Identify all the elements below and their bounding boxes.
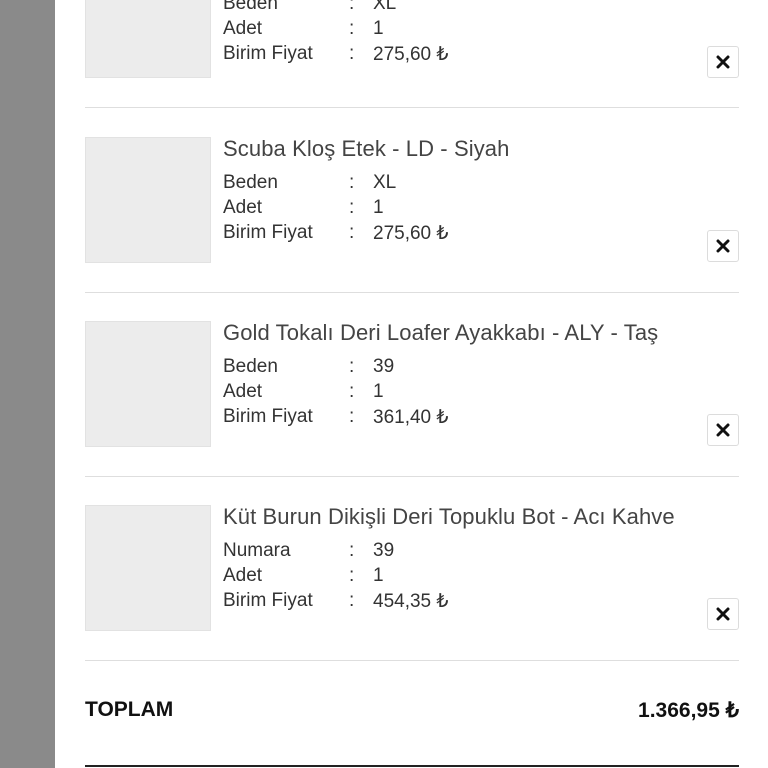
detail-value: 1 <box>373 197 384 218</box>
close-icon <box>716 239 730 253</box>
summary-bottom-divider <box>85 765 739 767</box>
detail-value: 1 <box>373 381 384 402</box>
detail-separator: : <box>349 222 355 243</box>
total-value: 1.366,95 ₺ <box>638 699 739 722</box>
close-icon <box>716 607 730 621</box>
detail-label: Beden <box>223 0 278 14</box>
item-divider <box>85 660 739 661</box>
item-divider <box>85 476 739 477</box>
detail-separator: : <box>349 197 355 218</box>
detail-separator: : <box>349 18 355 39</box>
detail-value: 275,60 ₺ <box>373 223 449 244</box>
remove-item-button[interactable] <box>707 598 739 630</box>
detail-value: 39 <box>373 540 395 561</box>
product-image[interactable] <box>85 0 211 78</box>
product-title[interactable]: Scuba Kloş Etek - LD - Siyah <box>223 136 509 162</box>
cart-item: Gold Tokalı Deri Loafer Ayakkabı - ALY -… <box>85 320 739 447</box>
detail-separator: : <box>349 406 355 427</box>
detail-label: Birim Fiyat <box>223 590 313 611</box>
detail-label: Adet <box>223 197 263 218</box>
product-image[interactable] <box>85 321 211 447</box>
product-title[interactable]: Küt Burun Dikişli Deri Topuklu Bot - Acı… <box>223 504 675 530</box>
detail-value: 454,35 ₺ <box>373 591 449 612</box>
detail-label: Birim Fiyat <box>223 222 313 243</box>
close-icon <box>716 423 730 437</box>
detail-separator: : <box>349 43 355 64</box>
detail-label: Birim Fiyat <box>223 43 313 64</box>
product-image[interactable] <box>85 505 211 631</box>
product-image[interactable] <box>85 137 211 263</box>
item-divider <box>85 107 739 108</box>
detail-label: Numara <box>223 540 291 561</box>
item-divider <box>85 292 739 293</box>
detail-value: 1 <box>373 18 384 39</box>
detail-value: 39 <box>373 356 395 377</box>
detail-label: Adet <box>223 381 263 402</box>
cart-item: Beden : XL Adet : 1 Birim Fiyat : 275,60… <box>85 0 739 78</box>
detail-separator: : <box>349 381 355 402</box>
detail-separator: : <box>349 565 355 586</box>
detail-label: Beden <box>223 356 278 377</box>
detail-value: 275,60 ₺ <box>373 44 449 65</box>
close-icon <box>716 55 730 69</box>
detail-value: 361,40 ₺ <box>373 407 449 428</box>
cart-item: Küt Burun Dikişli Deri Topuklu Bot - Acı… <box>85 504 739 631</box>
left-overlay-strip <box>0 0 55 768</box>
detail-value: 1 <box>373 565 384 586</box>
remove-item-button[interactable] <box>707 414 739 446</box>
detail-separator: : <box>349 172 355 193</box>
cart-panel: Beden : XL Adet : 1 Birim Fiyat : 275,60… <box>55 0 768 768</box>
detail-separator: : <box>349 0 355 14</box>
cart-item: Scuba Kloş Etek - LD - Siyah Beden : XL … <box>85 136 739 263</box>
total-label: TOPLAM <box>85 698 174 721</box>
detail-value: XL <box>373 172 397 193</box>
detail-value: XL <box>373 0 397 14</box>
detail-separator: : <box>349 540 355 561</box>
detail-label: Adet <box>223 565 263 586</box>
detail-label: Adet <box>223 18 263 39</box>
product-title[interactable]: Gold Tokalı Deri Loafer Ayakkabı - ALY -… <box>223 320 658 346</box>
detail-separator: : <box>349 590 355 611</box>
detail-label: Beden <box>223 172 278 193</box>
remove-item-button[interactable] <box>707 230 739 262</box>
detail-label: Birim Fiyat <box>223 406 313 427</box>
remove-item-button[interactable] <box>707 46 739 78</box>
detail-separator: : <box>349 356 355 377</box>
